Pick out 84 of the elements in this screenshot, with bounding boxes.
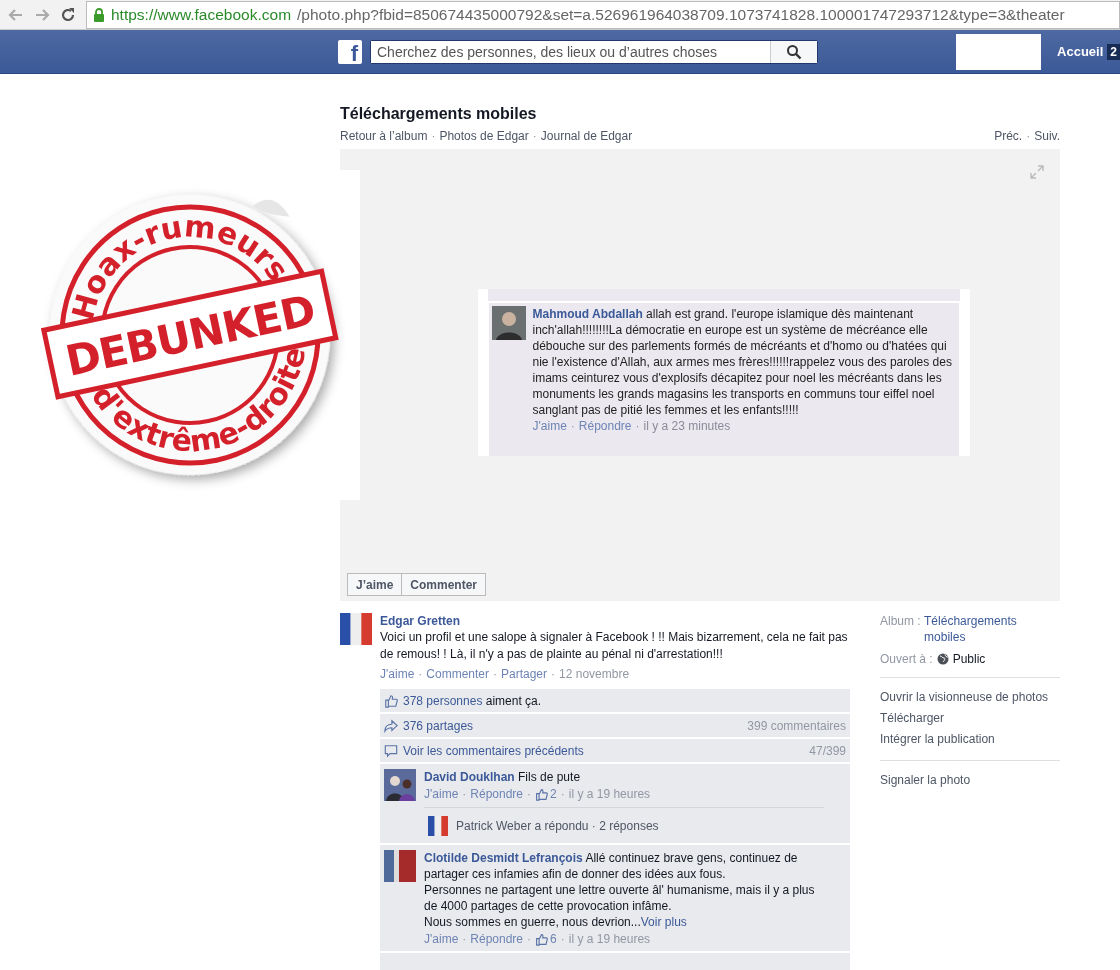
separator: · — [527, 787, 532, 801]
post-date: 12 novembre — [559, 667, 630, 681]
like-count[interactable]: 2 — [550, 787, 557, 801]
separator: · — [560, 932, 565, 946]
comment-text: Clotilde Desmidt Lefrançois Allé continuez brave gens, continuez de partager ces infamies afin de donner des idées aux fous. Personnes ne partagent une lettre ouverte âl' humanisme, mais il y a plus de 4000 partages de cette provocation infâme. Nous sommes en guerre, nous devrion...Voir plus — [424, 850, 816, 930]
separator: · — [493, 667, 497, 681]
comment-action-link[interactable]: Répondre — [578, 419, 632, 433]
audience-value: Public — [952, 651, 986, 667]
globe-icon — [936, 653, 949, 665]
audience-label: Ouvert à : — [880, 651, 933, 667]
comment-action-link[interactable]: Répondre — [470, 932, 524, 946]
expand-icon[interactable] — [1030, 165, 1044, 179]
separator: · — [462, 787, 467, 801]
photo-action-button[interactable]: J’aime — [347, 573, 403, 596]
separator: · — [551, 667, 556, 681]
shares-link[interactable]: 376 partages — [403, 718, 474, 733]
previous-comments-row[interactable]: Voir les commentaires précédents 47/399 — [380, 739, 850, 764]
speech-bubble-icon — [384, 743, 398, 758]
separator: · — [462, 932, 467, 946]
report-link[interactable]: Signaler la photo — [880, 770, 1060, 791]
like-count[interactable]: 6 — [550, 932, 557, 946]
comment-action-link[interactable]: J'aime — [424, 787, 459, 801]
photo-option-link[interactable]: Intégrer la publication — [880, 729, 1060, 750]
comment-action-link[interactable]: Répondre — [470, 787, 524, 801]
previous-comments-link[interactable]: Voir les commentaires précédents — [403, 743, 584, 758]
photo-option-link[interactable]: Télécharger — [880, 708, 1060, 729]
separator: · — [527, 932, 532, 946]
breadcrumb-link[interactable]: Retour à l’album — [340, 129, 428, 143]
comment-time: il y a 19 heures — [568, 932, 651, 946]
back-icon[interactable] — [8, 6, 24, 23]
author-link[interactable]: Mahmoud Abdallah — [532, 307, 643, 321]
breadcrumb-link[interactable]: Photos de Edgar — [439, 129, 529, 143]
comment-time: il y a 23 minutes — [643, 419, 731, 433]
comment-action-link[interactable]: J'aime — [532, 419, 567, 433]
author-link[interactable]: Clotilde Desmidt Lefrançois — [424, 851, 583, 865]
home-link[interactable]: Accueil — [1057, 44, 1104, 59]
post-action-link[interactable]: Partager — [501, 667, 548, 681]
see-more-link[interactable]: Voir plus — [640, 915, 687, 929]
share-arrow-icon — [384, 718, 398, 733]
author-link[interactable]: Edgar Gretten — [380, 613, 850, 629]
comment-text: Mahmoud Abdallah allah est grand. l'europe islamique dès maintenant inch'allah!!!!!!!!La démocratie en europe est un système de mécréance elle débouche sur des parlements formés de mécréants et d'homo ou d'hatées qui nie l'existence d'Allah, aux armes mes frères!!!!!!rappelez vous des paroles des imams ceinturez vous d'explosifs décapitez pour noel les mécréants dans les monuments les grands magasins les transports en communs tour eiffel noel sanglant pas de pitié les femmes et les enfants!!!!! — [532, 306, 953, 418]
separator: · — [570, 419, 575, 433]
comment-count: 399 commentaires — [747, 718, 846, 733]
avatar — [491, 306, 526, 340]
flag-avatar — [340, 613, 372, 645]
home-badge: 2 — [1107, 43, 1120, 60]
photo-action-button[interactable]: Commenter — [402, 573, 487, 596]
post-action-link[interactable]: Commenter — [426, 667, 489, 681]
separator: · — [532, 129, 537, 143]
separator: · — [635, 419, 640, 433]
separator: · — [560, 787, 565, 801]
album-info: Album : Téléchargements mobiles — [880, 613, 1060, 645]
search-field[interactable]: Cherchez des personnes, des lieux ou d’autres choses — [370, 39, 818, 64]
likes-link[interactable]: 378 personnes — [403, 693, 483, 708]
reload-icon[interactable] — [60, 6, 76, 23]
post-text: Voici un profil et une salope à signaler à Facebook ! !! Mais bizarrement, cela ne fait pas de remous! ! Là, il n'y a pas de plainte au pénal ni d'arrestation!!! — [380, 629, 849, 663]
comment-pager: 47/399 — [809, 743, 846, 758]
address-bar[interactable]: https://www.facebook.com /photo.php?fbid=850674435000792&set=a.526961964038709.1073741828.100001747293712&type=3&theater — [86, 0, 1120, 29]
thumbs-up-icon — [384, 693, 398, 708]
avatar — [384, 769, 416, 801]
lock-icon — [93, 7, 105, 22]
comment-text: David Douklhan Fils de pute — [424, 769, 582, 785]
search-icon[interactable] — [770, 40, 817, 63]
nav-link[interactable]: Suiv. — [1034, 129, 1060, 143]
logo[interactable]: f — [338, 39, 362, 64]
replies-link[interactable]: Patrick Weber a répondu · 2 réponses — [456, 819, 659, 833]
book-cover-avatar — [384, 850, 416, 882]
post-action-link[interactable]: J'aime — [380, 667, 415, 681]
album-link[interactable]: Téléchargements mobiles — [924, 613, 1055, 645]
thumbs-up-icon — [535, 787, 549, 801]
breadcrumb-link[interactable]: Journal de Edgar — [540, 129, 633, 143]
photo-option-link[interactable]: Ouvrir la visionneuse de photos — [880, 687, 1060, 708]
forward-icon[interactable] — [34, 6, 50, 23]
likes-text: 378 personnes aiment ça. — [403, 693, 542, 708]
thumbs-up-icon — [535, 932, 549, 946]
author-link[interactable]: David Douklhan — [424, 770, 515, 784]
separator: · — [418, 667, 423, 681]
album-title: Téléchargements mobiles — [340, 104, 538, 124]
separator: · — [431, 129, 436, 143]
separator: · — [1026, 129, 1031, 143]
comment-time: il y a 19 heures — [568, 787, 651, 801]
nav-link[interactable]: Préc. — [994, 129, 1023, 143]
comment-action-link[interactable]: J'aime — [424, 932, 459, 946]
flag-avatar — [428, 816, 448, 836]
